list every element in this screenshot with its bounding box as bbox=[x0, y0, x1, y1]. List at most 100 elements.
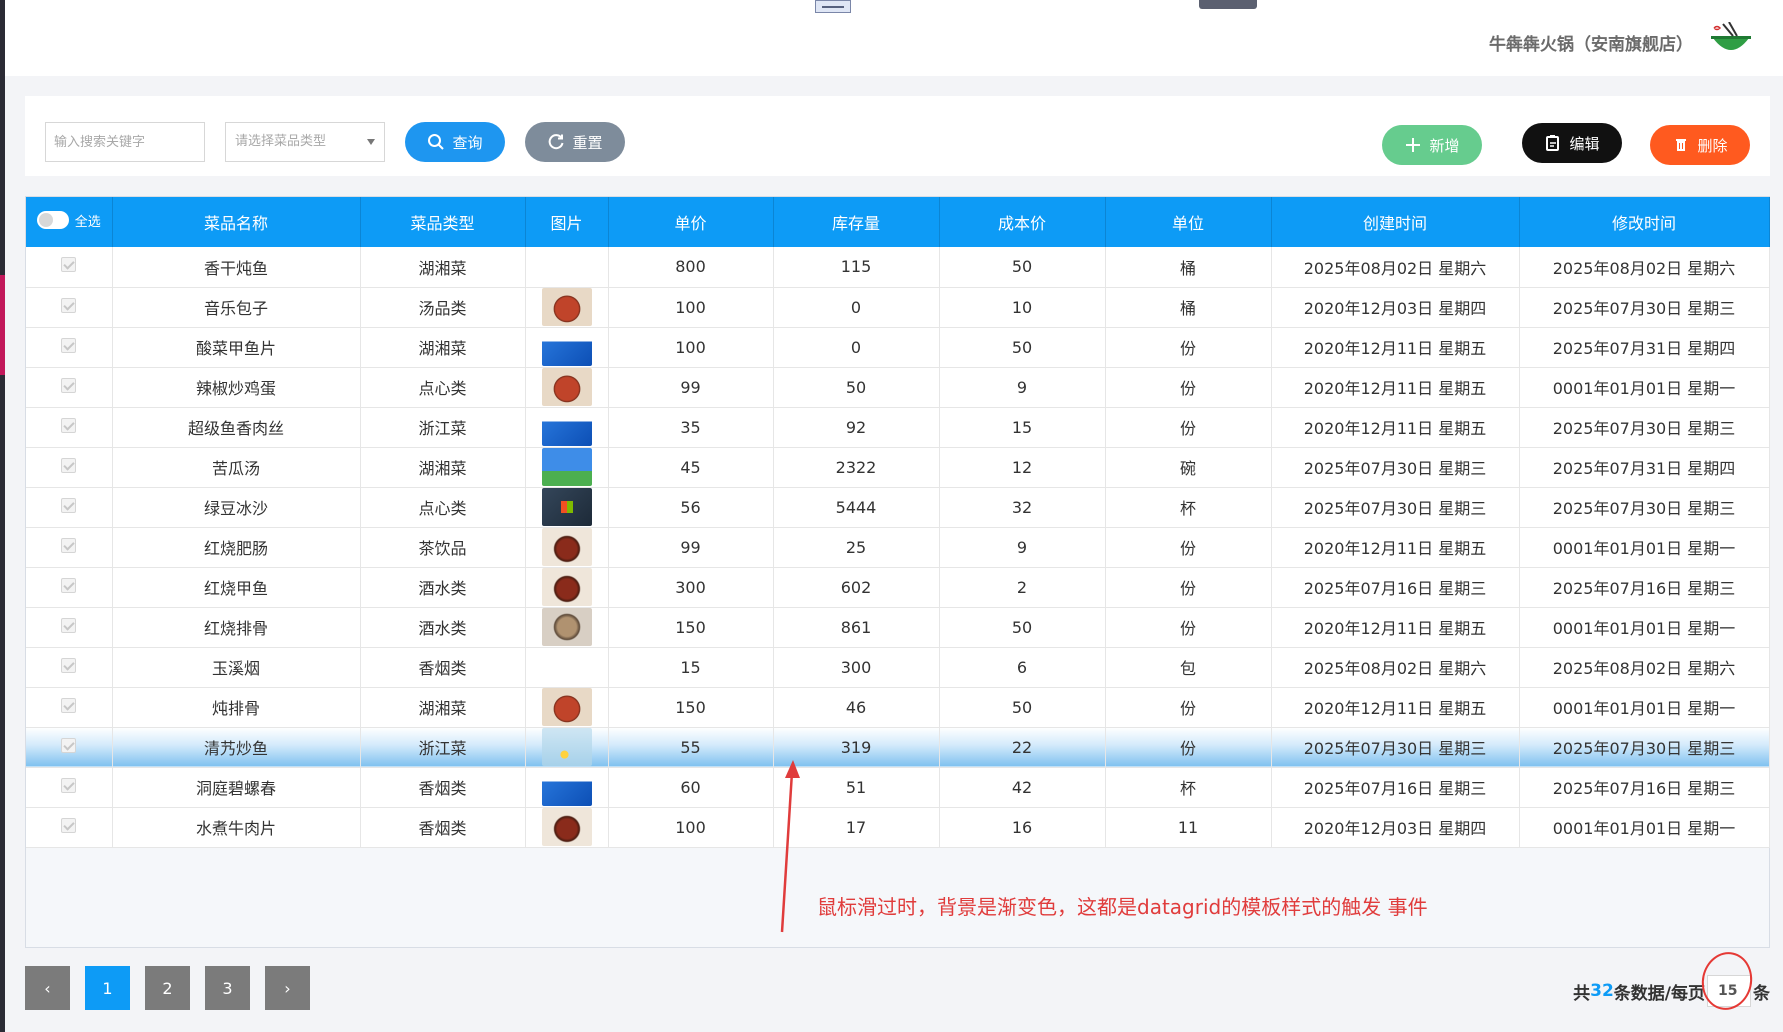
minimized-window-icon[interactable] bbox=[815, 0, 851, 13]
dish-type-select[interactable]: 请选择菜品类型 bbox=[225, 122, 385, 162]
column-header-modified[interactable]: 修改时间 bbox=[1519, 197, 1770, 247]
cell-name: 红烧排骨 bbox=[112, 607, 361, 648]
caret-down-icon bbox=[367, 139, 375, 145]
table-row[interactable]: 酸菜甲鱼片 湖湘菜 100 0 50 份 2020年12月11日 星期五 2025年07月31… bbox=[26, 327, 1770, 368]
cell-image bbox=[525, 367, 609, 408]
row-checkbox[interactable] bbox=[61, 737, 77, 753]
cell-image bbox=[525, 647, 609, 688]
cell-stock: 5444 bbox=[773, 487, 940, 528]
column-header-unit[interactable]: 单位 bbox=[1105, 197, 1272, 247]
cell-created: 2025年07月30日 星期三 bbox=[1271, 447, 1520, 488]
row-checkbox[interactable] bbox=[61, 657, 77, 673]
table-row[interactable]: 水煮牛肉片 香烟类 100 17 16 11 2020年12月03日 星期四 0001年01月… bbox=[26, 807, 1770, 848]
window-left-accent bbox=[0, 275, 5, 375]
column-header-created[interactable]: 创建时间 bbox=[1271, 197, 1520, 247]
row-checkbox[interactable] bbox=[61, 297, 77, 313]
row-checkbox-cell[interactable] bbox=[26, 407, 113, 448]
cell-image bbox=[525, 567, 609, 608]
cell-unit: 碗 bbox=[1105, 447, 1272, 488]
column-header-type[interactable]: 菜品类型 bbox=[360, 197, 526, 247]
row-checkbox[interactable] bbox=[61, 777, 77, 793]
page-button-3[interactable]: 3 bbox=[205, 966, 250, 1010]
row-checkbox-cell[interactable] bbox=[26, 487, 113, 528]
row-checkbox-cell[interactable] bbox=[26, 727, 113, 768]
table-row[interactable]: 苦瓜汤 湖湘菜 45 2322 12 碗 2025年07月30日 星期三 2025年07月31… bbox=[26, 447, 1770, 488]
cell-stock: 0 bbox=[773, 287, 940, 328]
row-checkbox-cell[interactable] bbox=[26, 367, 113, 408]
column-header-image[interactable]: 图片 bbox=[525, 197, 609, 247]
row-checkbox-cell[interactable] bbox=[26, 687, 113, 728]
table-row[interactable]: 红烧甲鱼 酒水类 300 602 2 份 2025年07月16日 星期三 2025年07月16… bbox=[26, 567, 1770, 608]
row-checkbox-cell[interactable] bbox=[26, 527, 113, 568]
row-checkbox[interactable] bbox=[61, 617, 77, 633]
table-row[interactable]: 香干炖鱼 湖湘菜 800 115 50 桶 2025年08月02日 星期六 2025年08月0… bbox=[26, 247, 1770, 288]
table-row[interactable]: 辣椒炒鸡蛋 点心类 99 50 9 份 2020年12月11日 星期五 0001年01月01日… bbox=[26, 367, 1770, 408]
row-checkbox[interactable] bbox=[61, 417, 77, 433]
table-row[interactable]: 洞庭碧螺春 香烟类 60 51 42 杯 2025年07月16日 星期三 2025年07月16… bbox=[26, 767, 1770, 808]
cell-price: 15 bbox=[608, 647, 774, 688]
table-row[interactable]: 音乐包子 汤品类 100 0 10 桶 2020年12月03日 星期四 2025年07月30日… bbox=[26, 287, 1770, 328]
table-row[interactable]: 清艿炒鱼 浙江菜 55 319 22 份 2025年07月30日 星期三 2025年07月30… bbox=[26, 727, 1770, 768]
row-checkbox[interactable] bbox=[61, 457, 77, 473]
column-header-name[interactable]: 菜品名称 bbox=[112, 197, 361, 247]
cell-created: 2020年12月11日 星期五 bbox=[1271, 327, 1520, 368]
add-button[interactable]: 新增 bbox=[1382, 125, 1482, 165]
cell-stock: 50 bbox=[773, 367, 940, 408]
row-checkbox-cell[interactable] bbox=[26, 287, 113, 328]
cell-cost: 9 bbox=[939, 367, 1106, 408]
next-page-button[interactable]: › bbox=[265, 966, 310, 1010]
row-checkbox[interactable] bbox=[61, 577, 77, 593]
column-header-price[interactable]: 单价 bbox=[608, 197, 774, 247]
select-all-toggle[interactable]: 全选 bbox=[36, 211, 101, 230]
row-checkbox[interactable] bbox=[61, 697, 77, 713]
select-all-header[interactable]: 全选 bbox=[26, 197, 113, 247]
table-row[interactable]: 超级鱼香肉丝 浙江菜 35 92 15 份 2020年12月11日 星期五 2025年07月3… bbox=[26, 407, 1770, 448]
search-input[interactable] bbox=[45, 122, 205, 162]
row-checkbox-cell[interactable] bbox=[26, 327, 113, 368]
cell-price: 100 bbox=[608, 327, 774, 368]
row-checkbox[interactable] bbox=[61, 817, 77, 833]
cell-price: 55 bbox=[608, 727, 774, 768]
table-row[interactable]: 红烧排骨 酒水类 150 861 50 份 2020年12月11日 星期五 0001年01月0… bbox=[26, 607, 1770, 648]
row-checkbox-cell[interactable] bbox=[26, 247, 113, 288]
column-header-cost[interactable]: 成本价 bbox=[939, 197, 1106, 247]
table-row[interactable]: 红烧肥肠 茶饮品 99 25 9 份 2020年12月11日 星期五 0001年01月01日 … bbox=[26, 527, 1770, 568]
delete-button-label: 删除 bbox=[1697, 136, 1728, 155]
edit-button[interactable]: 编辑 bbox=[1522, 123, 1622, 163]
reset-button[interactable]: 重置 bbox=[525, 122, 625, 162]
cell-modified: 2025年07月30日 星期三 bbox=[1519, 727, 1770, 768]
row-checkbox-cell[interactable] bbox=[26, 447, 113, 488]
cell-modified: 0001年01月01日 星期一 bbox=[1519, 367, 1770, 408]
query-button[interactable]: 查询 bbox=[405, 122, 505, 162]
row-checkbox-cell[interactable] bbox=[26, 607, 113, 648]
row-checkbox-cell[interactable] bbox=[26, 567, 113, 608]
cell-name: 超级鱼香肉丝 bbox=[112, 407, 361, 448]
row-checkbox[interactable] bbox=[61, 377, 77, 393]
cell-unit: 份 bbox=[1105, 527, 1272, 568]
cell-modified: 2025年07月31日 星期四 bbox=[1519, 447, 1770, 488]
row-checkbox-cell[interactable] bbox=[26, 807, 113, 848]
dish-thumbnail bbox=[541, 528, 592, 566]
table-row[interactable]: 炖排骨 湖湘菜 150 46 50 份 2020年12月11日 星期五 0001年01月01日… bbox=[26, 687, 1770, 728]
row-checkbox-cell[interactable] bbox=[26, 647, 113, 688]
dish-thumbnail bbox=[541, 328, 592, 366]
cell-cost: 10 bbox=[939, 287, 1106, 328]
column-header-stock[interactable]: 库存量 bbox=[773, 197, 940, 247]
page-button-1[interactable]: 1 bbox=[85, 966, 130, 1010]
dish-thumbnail bbox=[541, 728, 592, 766]
cell-name: 红烧甲鱼 bbox=[112, 567, 361, 608]
table-row[interactable]: 绿豆冰沙 点心类 56 5444 32 杯 2025年07月30日 星期三 2025年07月3… bbox=[26, 487, 1770, 528]
page-button-2[interactable]: 2 bbox=[145, 966, 190, 1010]
row-checkbox[interactable] bbox=[61, 337, 77, 353]
dish-thumbnail bbox=[541, 368, 592, 406]
row-checkbox-cell[interactable] bbox=[26, 767, 113, 808]
cell-modified: 0001年01月01日 星期一 bbox=[1519, 527, 1770, 568]
cell-price: 100 bbox=[608, 807, 774, 848]
row-checkbox[interactable] bbox=[61, 497, 77, 513]
table-row[interactable]: 玉溪烟 香烟类 15 300 6 包 2025年08月02日 星期六 2025年08月02日 … bbox=[26, 647, 1770, 688]
row-checkbox[interactable] bbox=[61, 257, 77, 273]
delete-button[interactable]: 删除 bbox=[1650, 125, 1750, 165]
row-checkbox[interactable] bbox=[61, 537, 77, 553]
prev-page-button[interactable]: ‹ bbox=[25, 966, 70, 1010]
cell-cost: 15 bbox=[939, 407, 1106, 448]
